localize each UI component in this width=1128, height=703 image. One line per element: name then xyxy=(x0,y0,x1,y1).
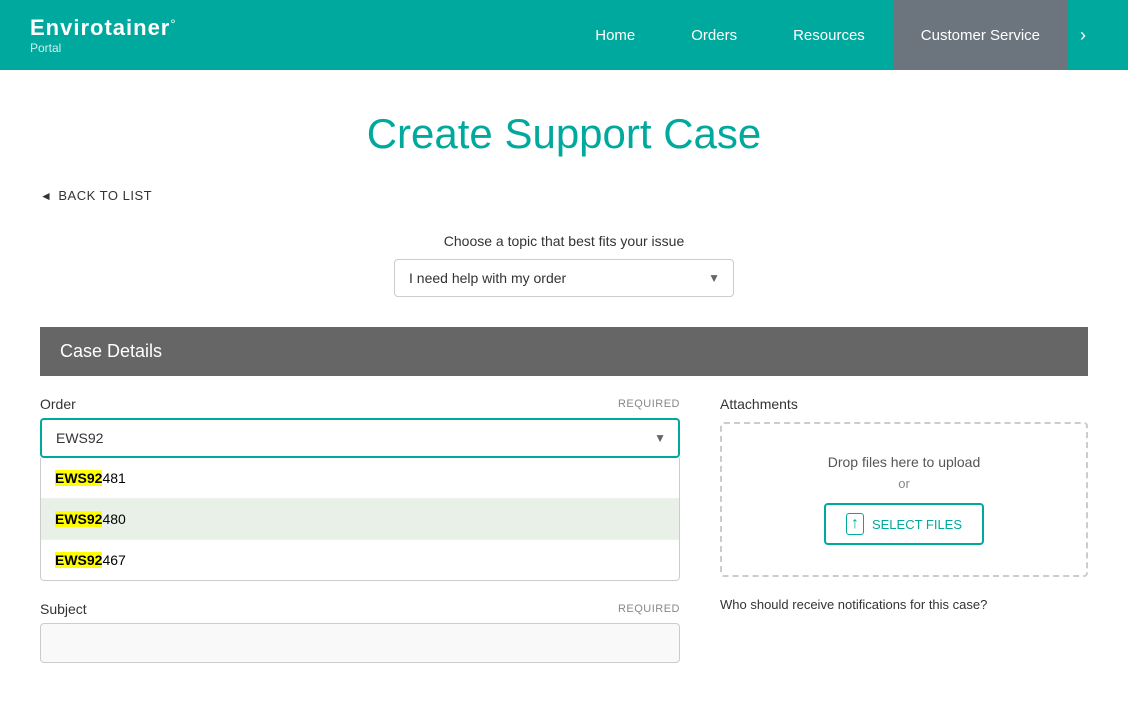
logo-title: Envirotainer° xyxy=(30,15,176,41)
dropdown-item-1[interactable]: EWS92480 xyxy=(41,499,679,540)
nav-customer-service[interactable]: Customer Service xyxy=(893,0,1068,70)
order-label-row: Order REQUIRED xyxy=(40,396,680,412)
nav-more-icon[interactable]: › xyxy=(1068,0,1098,70)
header: Envirotainer° Portal Home Orders Resourc… xyxy=(0,0,1128,70)
dropdown-item-2[interactable]: EWS92467 xyxy=(41,540,679,580)
upload-icon: ↑ xyxy=(846,513,864,535)
case-details-body: Order REQUIRED ▼ EWS92481 EWS92480 xyxy=(40,376,1088,703)
dropdown-item-0[interactable]: EWS92481 xyxy=(41,458,679,499)
right-column: Attachments Drop files here to upload or… xyxy=(720,396,1088,683)
drop-zone[interactable]: Drop files here to upload or ↑ SELECT FI… xyxy=(720,422,1088,577)
select-files-button[interactable]: ↑ SELECT FILES xyxy=(824,503,984,545)
topic-select[interactable]: I need help with my order Technical supp… xyxy=(394,259,734,297)
order-dropdown-list: EWS92481 EWS92480 EWS92467 xyxy=(40,458,680,581)
subject-label: Subject xyxy=(40,601,87,617)
subject-input[interactable] xyxy=(40,623,680,663)
order-label: Order xyxy=(40,396,76,412)
case-details-section: Case Details Order REQUIRED ▼ xyxy=(40,327,1088,703)
order-input[interactable] xyxy=(40,418,680,458)
dropdown-highlight-1: EWS92480 xyxy=(55,511,126,527)
notifications-label: Who should receive notifications for thi… xyxy=(720,597,1088,612)
logo-subtitle: Portal xyxy=(30,41,176,55)
back-arrow-icon: ◄ xyxy=(40,189,52,203)
logo: Envirotainer° Portal xyxy=(30,15,176,55)
order-input-wrapper: ▼ xyxy=(40,418,680,458)
drop-zone-text: Drop files here to upload xyxy=(742,454,1066,470)
order-field-group: Order REQUIRED ▼ EWS92481 EWS92480 xyxy=(40,396,680,581)
page-title: Create Support Case xyxy=(40,110,1088,158)
drop-zone-or: or xyxy=(742,476,1066,491)
order-required-badge: REQUIRED xyxy=(618,398,680,410)
back-to-list-link[interactable]: ◄ BACK TO LIST xyxy=(40,188,1088,203)
dropdown-highlight-2: EWS92467 xyxy=(55,552,126,568)
back-label: BACK TO LIST xyxy=(58,188,152,203)
case-details-header: Case Details xyxy=(40,327,1088,376)
subject-required-badge: REQUIRED xyxy=(618,603,680,615)
subject-label-row: Subject REQUIRED xyxy=(40,601,680,617)
attachments-label: Attachments xyxy=(720,396,1088,412)
topic-section: Choose a topic that best fits your issue… xyxy=(40,233,1088,297)
nav-resources[interactable]: Resources xyxy=(765,0,893,70)
topic-select-wrapper: I need help with my order Technical supp… xyxy=(394,259,734,297)
page-content: Create Support Case ◄ BACK TO LIST Choos… xyxy=(0,110,1128,703)
topic-label: Choose a topic that best fits your issue xyxy=(444,233,684,249)
nav-orders[interactable]: Orders xyxy=(663,0,765,70)
subject-field-group: Subject REQUIRED xyxy=(40,601,680,663)
dropdown-highlight-0: EWS92481 xyxy=(55,470,126,486)
left-column: Order REQUIRED ▼ EWS92481 EWS92480 xyxy=(40,396,680,683)
main-nav: Home Orders Resources Customer Service › xyxy=(567,0,1098,70)
nav-home[interactable]: Home xyxy=(567,0,663,70)
